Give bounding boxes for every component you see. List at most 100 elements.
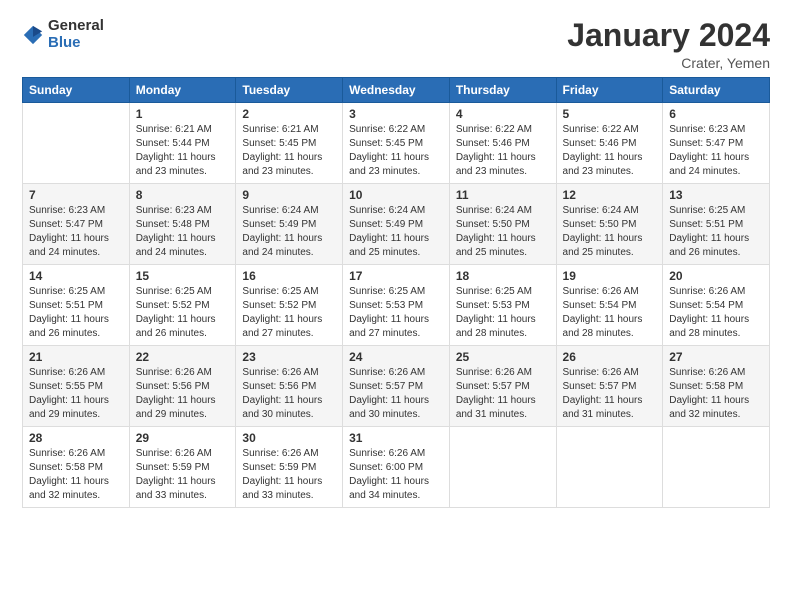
- logo-blue: Blue: [48, 35, 104, 52]
- day-number: 9: [242, 188, 336, 202]
- day-cell: 22 Sunrise: 6:26 AM Sunset: 5:56 PM Dayli…: [129, 346, 236, 427]
- header-row: SundayMondayTuesdayWednesdayThursdayFrid…: [23, 78, 770, 103]
- logo: General Blue: [22, 18, 104, 51]
- day-number: 19: [563, 269, 657, 283]
- day-cell: 25 Sunrise: 6:26 AM Sunset: 5:57 PM Dayli…: [449, 346, 556, 427]
- day-info: Sunrise: 6:24 AM Sunset: 5:49 PM Dayligh…: [349, 204, 443, 260]
- day-number: 29: [136, 431, 230, 445]
- header-cell-saturday: Saturday: [663, 78, 770, 103]
- day-info: Sunrise: 6:21 AM Sunset: 5:44 PM Dayligh…: [136, 123, 230, 179]
- day-number: 7: [29, 188, 123, 202]
- logo-text: General Blue: [48, 18, 104, 51]
- day-info: Sunrise: 6:24 AM Sunset: 5:50 PM Dayligh…: [456, 204, 550, 260]
- day-cell: 13 Sunrise: 6:25 AM Sunset: 5:51 PM Dayli…: [663, 184, 770, 265]
- day-number: 28: [29, 431, 123, 445]
- day-number: 27: [669, 350, 763, 364]
- day-cell: [663, 427, 770, 508]
- day-cell: 8 Sunrise: 6:23 AM Sunset: 5:48 PM Daylig…: [129, 184, 236, 265]
- day-number: 5: [563, 107, 657, 121]
- day-cell: [449, 427, 556, 508]
- day-cell: 14Sunrise: 6:25 AM Sunset: 5:51 PM Dayli…: [23, 265, 130, 346]
- header: General Blue January 2024 Crater, Yemen: [22, 18, 770, 71]
- day-cell: [23, 103, 130, 184]
- day-cell: 10Sunrise: 6:24 AM Sunset: 5:49 PM Dayli…: [343, 184, 450, 265]
- day-info: Sunrise: 6:26 AM Sunset: 5:57 PM Dayligh…: [349, 366, 443, 422]
- day-cell: 3 Sunrise: 6:22 AM Sunset: 5:45 PM Daylig…: [343, 103, 450, 184]
- day-cell: 2 Sunrise: 6:21 AM Sunset: 5:45 PM Daylig…: [236, 103, 343, 184]
- header-cell-tuesday: Tuesday: [236, 78, 343, 103]
- title-block: January 2024 Crater, Yemen: [567, 18, 770, 71]
- day-info: Sunrise: 6:23 AM Sunset: 5:48 PM Dayligh…: [136, 204, 230, 260]
- day-info: Sunrise: 6:26 AM Sunset: 5:59 PM Dayligh…: [242, 447, 336, 503]
- subtitle: Crater, Yemen: [567, 55, 770, 71]
- page: General Blue January 2024 Crater, Yemen …: [0, 0, 792, 520]
- day-info: Sunrise: 6:21 AM Sunset: 5:45 PM Dayligh…: [242, 123, 336, 179]
- day-cell: 21Sunrise: 6:26 AM Sunset: 5:55 PM Dayli…: [23, 346, 130, 427]
- day-number: 1: [136, 107, 230, 121]
- day-number: 30: [242, 431, 336, 445]
- day-cell: 23 Sunrise: 6:26 AM Sunset: 5:56 PM Dayli…: [236, 346, 343, 427]
- day-info: Sunrise: 6:22 AM Sunset: 5:45 PM Dayligh…: [349, 123, 443, 179]
- logo-general: General: [48, 18, 104, 35]
- day-number: 3: [349, 107, 443, 121]
- day-info: Sunrise: 6:26 AM Sunset: 5:57 PM Dayligh…: [563, 366, 657, 422]
- logo-icon: [22, 24, 44, 46]
- day-info: Sunrise: 6:26 AM Sunset: 5:58 PM Dayligh…: [29, 447, 123, 503]
- header-cell-thursday: Thursday: [449, 78, 556, 103]
- day-info: Sunrise: 6:22 AM Sunset: 5:46 PM Dayligh…: [563, 123, 657, 179]
- day-info: Sunrise: 6:23 AM Sunset: 5:47 PM Dayligh…: [669, 123, 763, 179]
- day-number: 26: [563, 350, 657, 364]
- header-cell-wednesday: Wednesday: [343, 78, 450, 103]
- day-info: Sunrise: 6:26 AM Sunset: 5:54 PM Dayligh…: [669, 285, 763, 341]
- day-cell: 12Sunrise: 6:24 AM Sunset: 5:50 PM Dayli…: [556, 184, 663, 265]
- day-number: 23: [242, 350, 336, 364]
- day-cell: 15Sunrise: 6:25 AM Sunset: 5:52 PM Dayli…: [129, 265, 236, 346]
- day-cell: 18 Sunrise: 6:25 AM Sunset: 5:53 PM Dayli…: [449, 265, 556, 346]
- day-cell: 20 Sunrise: 6:26 AM Sunset: 5:54 PM Dayli…: [663, 265, 770, 346]
- day-number: 24: [349, 350, 443, 364]
- day-cell: 7 Sunrise: 6:23 AM Sunset: 5:47 PM Daylig…: [23, 184, 130, 265]
- day-number: 12: [563, 188, 657, 202]
- day-number: 17: [349, 269, 443, 283]
- day-number: 2: [242, 107, 336, 121]
- day-info: Sunrise: 6:26 AM Sunset: 5:59 PM Dayligh…: [136, 447, 230, 503]
- week-row-2: 7 Sunrise: 6:23 AM Sunset: 5:47 PM Daylig…: [23, 184, 770, 265]
- day-cell: [556, 427, 663, 508]
- day-info: Sunrise: 6:26 AM Sunset: 5:58 PM Dayligh…: [669, 366, 763, 422]
- main-title: January 2024: [567, 18, 770, 53]
- day-info: Sunrise: 6:23 AM Sunset: 5:47 PM Dayligh…: [29, 204, 123, 260]
- day-cell: 30 Sunrise: 6:26 AM Sunset: 5:59 PM Dayli…: [236, 427, 343, 508]
- calendar-table: SundayMondayTuesdayWednesdayThursdayFrid…: [22, 77, 770, 508]
- day-info: Sunrise: 6:25 AM Sunset: 5:53 PM Dayligh…: [349, 285, 443, 341]
- day-cell: 1 Sunrise: 6:21 AM Sunset: 5:44 PM Daylig…: [129, 103, 236, 184]
- day-info: Sunrise: 6:24 AM Sunset: 5:49 PM Dayligh…: [242, 204, 336, 260]
- day-info: Sunrise: 6:25 AM Sunset: 5:53 PM Dayligh…: [456, 285, 550, 341]
- day-number: 8: [136, 188, 230, 202]
- day-info: Sunrise: 6:25 AM Sunset: 5:52 PM Dayligh…: [136, 285, 230, 341]
- day-cell: 11Sunrise: 6:24 AM Sunset: 5:50 PM Dayli…: [449, 184, 556, 265]
- week-row-1: 1 Sunrise: 6:21 AM Sunset: 5:44 PM Daylig…: [23, 103, 770, 184]
- week-row-4: 21Sunrise: 6:26 AM Sunset: 5:55 PM Dayli…: [23, 346, 770, 427]
- day-number: 22: [136, 350, 230, 364]
- day-number: 18: [456, 269, 550, 283]
- day-info: Sunrise: 6:26 AM Sunset: 5:56 PM Dayligh…: [242, 366, 336, 422]
- day-number: 13: [669, 188, 763, 202]
- day-number: 4: [456, 107, 550, 121]
- week-row-5: 28 Sunrise: 6:26 AM Sunset: 5:58 PM Dayli…: [23, 427, 770, 508]
- day-number: 31: [349, 431, 443, 445]
- day-info: Sunrise: 6:25 AM Sunset: 5:52 PM Dayligh…: [242, 285, 336, 341]
- day-cell: 5 Sunrise: 6:22 AM Sunset: 5:46 PM Daylig…: [556, 103, 663, 184]
- day-number: 20: [669, 269, 763, 283]
- day-info: Sunrise: 6:25 AM Sunset: 5:51 PM Dayligh…: [669, 204, 763, 260]
- header-cell-sunday: Sunday: [23, 78, 130, 103]
- day-cell: 16Sunrise: 6:25 AM Sunset: 5:52 PM Dayli…: [236, 265, 343, 346]
- day-cell: 4 Sunrise: 6:22 AM Sunset: 5:46 PM Daylig…: [449, 103, 556, 184]
- day-cell: 24 Sunrise: 6:26 AM Sunset: 5:57 PM Dayli…: [343, 346, 450, 427]
- header-cell-friday: Friday: [556, 78, 663, 103]
- day-info: Sunrise: 6:26 AM Sunset: 5:56 PM Dayligh…: [136, 366, 230, 422]
- day-info: Sunrise: 6:22 AM Sunset: 5:46 PM Dayligh…: [456, 123, 550, 179]
- day-number: 25: [456, 350, 550, 364]
- day-info: Sunrise: 6:26 AM Sunset: 5:57 PM Dayligh…: [456, 366, 550, 422]
- day-info: Sunrise: 6:26 AM Sunset: 5:55 PM Dayligh…: [29, 366, 123, 422]
- day-cell: 19Sunrise: 6:26 AM Sunset: 5:54 PM Dayli…: [556, 265, 663, 346]
